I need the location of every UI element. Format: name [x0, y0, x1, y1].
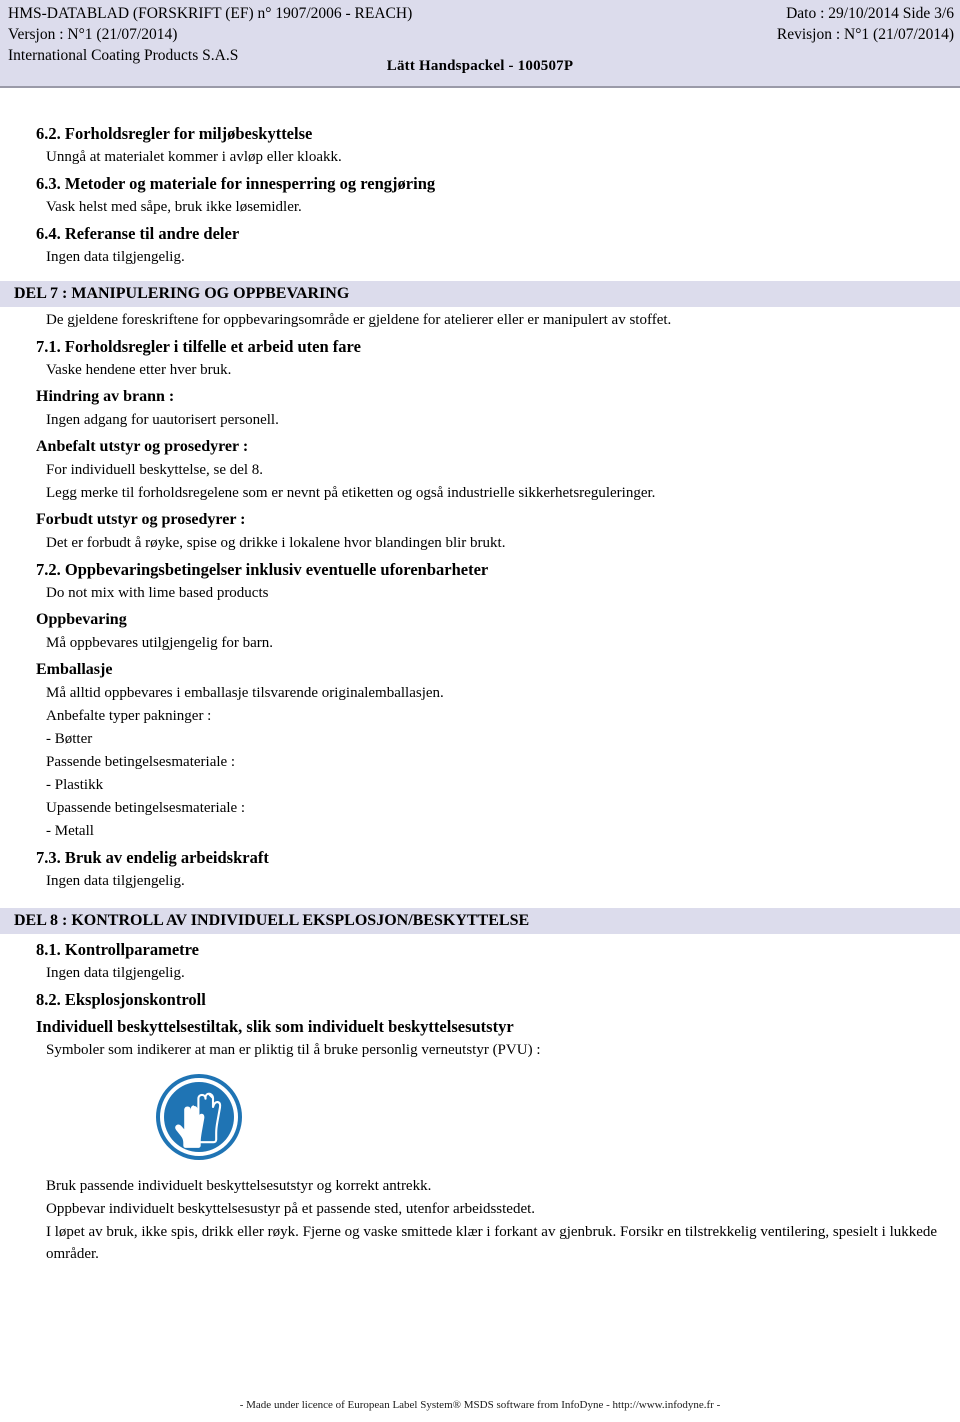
text-6-3: Vask helst med såpe, bruk ikke løsemidle… — [46, 199, 302, 215]
text-packaging-4: Passende betingelsesmateriale : — [46, 754, 236, 770]
text-packaging-7: - Metall — [46, 823, 94, 839]
heading-fire-prevention: Hindring av brann : — [36, 388, 175, 405]
section-banner-del-8: DEL 8 : KONTROLL AV INDIVIDUELL EKSPLOSJ… — [0, 908, 960, 934]
header-date-and-page: Dato : 29/10/2014 Side 3/6 — [786, 5, 954, 22]
text-packaging-6: Upassende betingelsesmateriale : — [46, 800, 246, 816]
heading-ppe-measures: Individuell beskyttelsestiltak, slik som… — [36, 1017, 514, 1036]
text-ppe-symbols-intro: Symboler som indikerer at man er pliktig… — [46, 1042, 541, 1058]
text-forbidden-equipment: Det er forbudt å røyke, spise og drikke … — [46, 535, 506, 551]
header-product-title: Lätt Handspackel - 100507P — [386, 58, 574, 74]
heading-8-2: 8.2. Eksplosjonskontroll — [36, 990, 206, 1009]
text-storage: Må oppbevares utilgjengelig for barn. — [46, 635, 274, 651]
text-recommended-equipment-2: Legg merke til forholdsregelene som er n… — [46, 485, 656, 501]
heading-8-1: 8.1. Kontrollparametre — [36, 940, 199, 959]
heading-packaging: Emballasje — [36, 661, 113, 678]
text-6-2: Unngå at materialet kommer i avløp eller… — [46, 149, 342, 165]
text-8-1: Ingen data tilgjengelig. — [46, 965, 185, 981]
text-6-4: Ingen data tilgjengelig. — [46, 249, 185, 265]
heading-6-2: 6.2. Forholdsregler for miljøbeskyttelse — [36, 124, 313, 143]
page-footer: - Made under licence of European Label S… — [239, 1399, 721, 1411]
text-packaging-2: Anbefalte typer pakninger : — [46, 708, 212, 724]
text-7-1: Vaske hendene etter hver bruk. — [46, 362, 232, 378]
protective-gloves-mandatory-icon — [155, 1073, 243, 1161]
header-right-block: Dato : 29/10/2014 Side 3/6 Revisjon : N°… — [534, 3, 954, 45]
text-ppe-after-3: I løpet av bruk, ikke spis, drikk eller … — [46, 1224, 938, 1262]
heading-forbidden-equipment: Forbudt utstyr og prosedyrer : — [36, 511, 246, 528]
heading-recommended-equipment: Anbefalt utstyr og prosedyrer : — [36, 438, 249, 455]
heading-storage: Oppbevaring — [36, 611, 127, 628]
text-7-3: Ingen data tilgjengelig. — [46, 873, 185, 889]
heading-7-2: 7.2. Oppbevaringsbetingelser inklusiv ev… — [36, 560, 489, 579]
text-packaging-5: - Plastikk — [46, 777, 104, 793]
text-del-7-intro: De gjeldene foreskriftene for oppbevarin… — [46, 312, 672, 328]
text-ppe-after-1: Bruk passende individuelt beskyttelsesut… — [46, 1178, 432, 1194]
heading-7-1: 7.1. Forholdsregler i tilfelle et arbeid… — [36, 337, 361, 356]
pictogram-row — [155, 1073, 960, 1161]
text-packaging-1: Må alltid oppbevares i emballasje tilsva… — [46, 685, 444, 701]
heading-7-3: 7.3. Bruk av endelig arbeidskraft — [36, 848, 269, 867]
section-banner-del-7: DEL 7 : MANIPULERING OG OPPBEVARING — [0, 281, 960, 307]
text-packaging-3: - Bøtter — [46, 731, 93, 747]
heading-6-4: 6.4. Referanse til andre deler — [36, 224, 240, 243]
heading-6-3: 6.3. Metoder og materiale for innesperri… — [36, 174, 436, 193]
document-content: 6.2. Forholdsregler for miljøbeskyttelse… — [0, 118, 960, 1265]
text-ppe-after-2: Oppbevar individuelt beskyttelsesustyr p… — [46, 1201, 536, 1217]
page-header-band: HMS-DATABLAD (FORSKRIFT (EF) n° 1907/200… — [0, 0, 960, 88]
text-fire-prevention: Ingen adgang for uautorisert personell. — [46, 412, 279, 428]
text-7-2: Do not mix with lime based products — [46, 585, 269, 601]
text-recommended-equipment-1: For individuell beskyttelse, se del 8. — [46, 462, 264, 478]
header-revision: Revisjon : N°1 (21/07/2014) — [776, 26, 954, 43]
